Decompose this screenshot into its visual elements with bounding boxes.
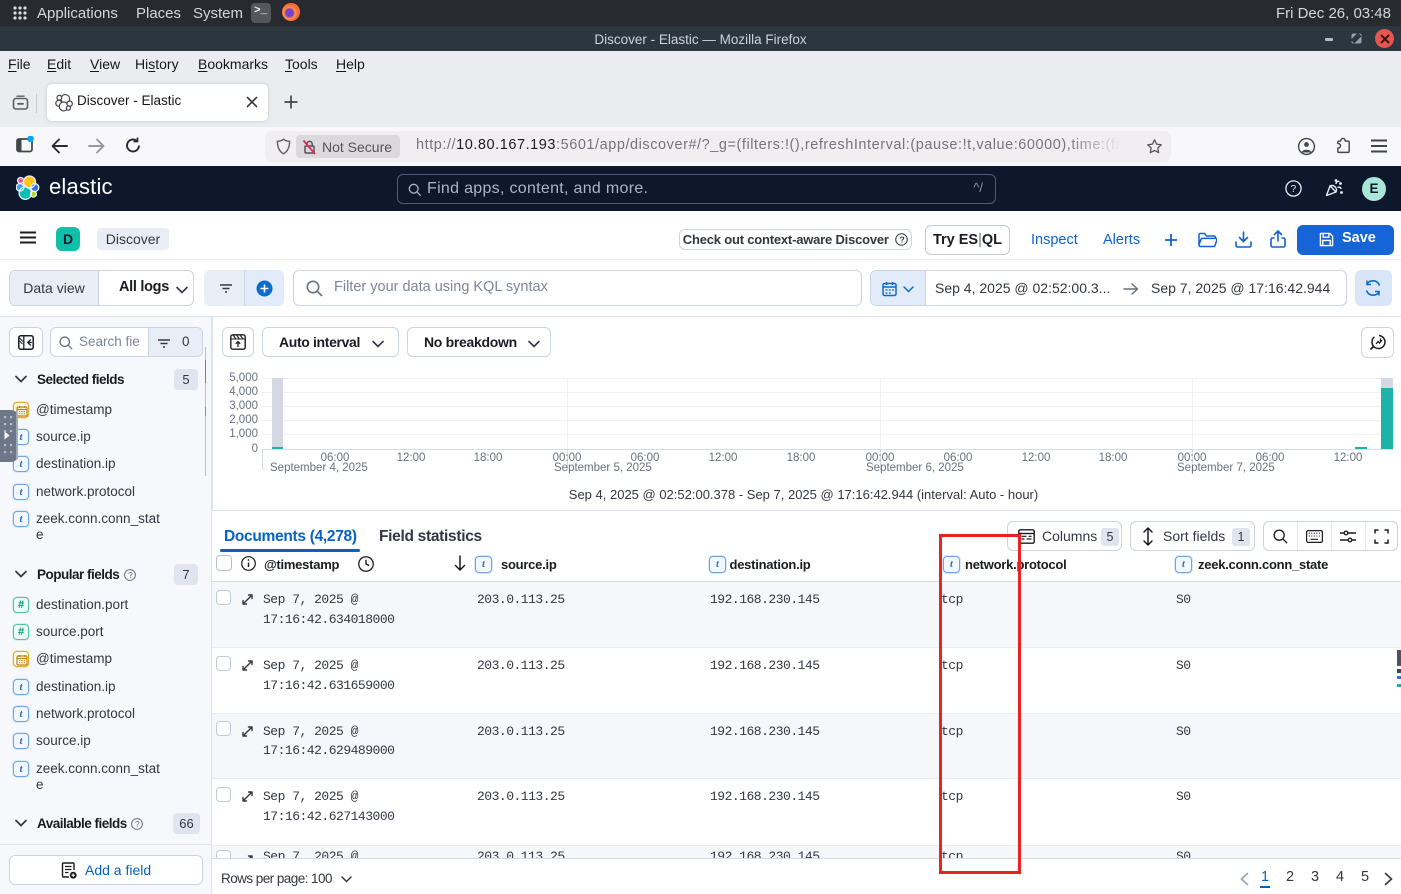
svg-text:?: ? — [900, 234, 905, 244]
svg-text:?: ? — [1291, 184, 1297, 195]
svg-text:?: ? — [135, 819, 140, 829]
svg-text:?: ? — [128, 570, 133, 580]
